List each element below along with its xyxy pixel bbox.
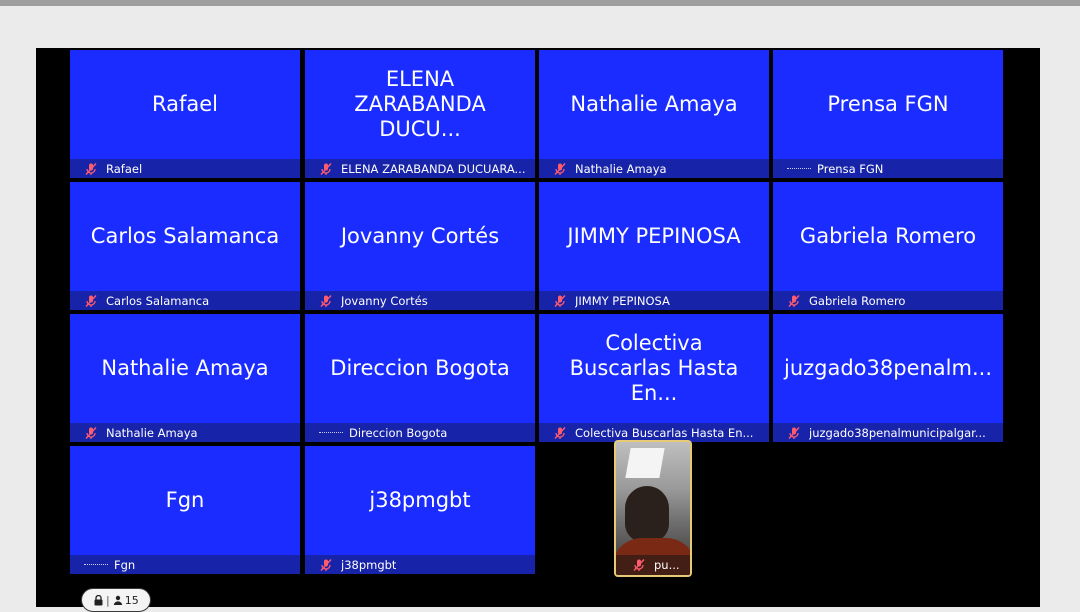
participant-display-name: Jovanny Cortés [340, 224, 500, 248]
participant-display-name: Direccion Bogota [330, 356, 510, 380]
participant-display-name: Colectiva Buscarlas Hasta En... [569, 331, 739, 405]
participant-label: JIMMY PEPINOSA [575, 293, 670, 308]
participant-nameplate: Direccion Bogota [305, 423, 535, 442]
participant-display-name: juzgado38penalm... [783, 356, 992, 380]
mic-off-icon [85, 426, 97, 439]
participant-nameplate: JIMMY PEPINOSA [539, 291, 769, 310]
participant-label: Direccion Bogota [349, 425, 448, 440]
participant-label: Nathalie Amaya [106, 425, 198, 440]
mic-off-icon [554, 426, 566, 439]
participant-label: juzgado38penalmunicipalgar... [809, 425, 986, 440]
mic-off-icon [554, 162, 566, 175]
meeting-stage: Rafael Rafael ELENA ZARABANDA DUCU... ELE… [36, 48, 1040, 607]
participant-display-name: Gabriela Romero [799, 224, 977, 248]
mic-off-icon [320, 294, 332, 307]
participant-display-name: Fgn [165, 488, 205, 512]
participant-tile[interactable]: Prensa FGN Prensa FGN [773, 50, 1003, 178]
meeting-info-pill[interactable]: | 15 [81, 588, 151, 612]
mic-off-icon [85, 162, 97, 175]
participant-tile[interactable]: Jovanny Cortés Jovanny Cortés [305, 182, 535, 310]
participant-tile[interactable]: Nathalie Amaya Nathalie Amaya [70, 314, 300, 442]
participant-display-name: Rafael [151, 92, 218, 116]
participant-tile[interactable]: ELENA ZARABANDA DUCU... ELENA ZARABANDA … [305, 50, 535, 178]
participant-nameplate: Nathalie Amaya [539, 159, 769, 178]
participant-tile[interactable]: Colectiva Buscarlas Hasta En... Colectiv… [539, 314, 769, 442]
participant-display-name: JIMMY PEPINOSA [567, 224, 741, 248]
participant-tile[interactable]: Gabriela Romero Gabriela Romero [773, 182, 1003, 310]
participant-display-name: Nathalie Amaya [101, 356, 269, 380]
participant-label: Colectiva Buscarlas Hasta En... [575, 425, 754, 440]
lock-icon [94, 594, 103, 605]
mic-off-icon [633, 559, 645, 571]
participant-label: Carlos Salamanca [106, 293, 210, 308]
window-top-bar [0, 0, 1080, 6]
participant-display-name: Nathalie Amaya [570, 92, 738, 116]
mic-off-icon [85, 294, 97, 307]
participant-nameplate: ELENA ZARABANDA DUCUARA... [305, 159, 535, 178]
participant-tile[interactable]: juzgado38penalm... juzgado38penalmunicip… [773, 314, 1003, 442]
mic-off-icon [788, 294, 800, 307]
participant-label: Prensa FGN [817, 161, 884, 176]
participant-tile[interactable]: JIMMY PEPINOSA JIMMY PEPINOSA [539, 182, 769, 310]
participant-nameplate: Jovanny Cortés [305, 291, 535, 310]
participant-display-name: Prensa FGN [827, 92, 949, 116]
participant-tile[interactable]: Carlos Salamanca Carlos Salamanca [70, 182, 300, 310]
mic-off-icon [320, 558, 332, 571]
participant-display-name: Carlos Salamanca [90, 224, 280, 248]
participant-nameplate: Prensa FGN [773, 159, 1003, 178]
participant-nameplate: Rafael [70, 159, 300, 178]
people-icon [113, 595, 122, 605]
mic-off-icon [788, 426, 800, 439]
self-view-video[interactable]: pu... [614, 440, 692, 577]
participant-tile[interactable]: j38pmgbt j38pmgbt [305, 446, 535, 574]
participant-nameplate: Fgn [70, 555, 300, 574]
participant-label: Nathalie Amaya [575, 161, 667, 176]
participant-label: ELENA ZARABANDA DUCUARA... [341, 161, 526, 176]
participant-tile[interactable]: Direccion Bogota Direccion Bogota [305, 314, 535, 442]
participant-nameplate: juzgado38penalmunicipalgar... [773, 423, 1003, 442]
participant-nameplate: j38pmgbt [305, 555, 535, 574]
participant-nameplate: Nathalie Amaya [70, 423, 300, 442]
self-view-nameplate: pu... [616, 555, 690, 575]
participant-nameplate: Carlos Salamanca [70, 291, 300, 310]
participant-label: Jovanny Cortés [341, 293, 428, 308]
mic-off-icon [320, 162, 332, 175]
participant-label: Gabriela Romero [809, 293, 906, 308]
participant-tile[interactable]: Rafael Rafael [70, 50, 300, 178]
participant-tile[interactable]: Fgn Fgn [70, 446, 300, 574]
participant-display-name: j38pmgbt [369, 488, 471, 512]
audio-bars-icon [319, 431, 343, 434]
participant-count: 15 [124, 593, 139, 607]
participant-label: Rafael [106, 161, 143, 176]
audio-bars-icon [84, 563, 108, 566]
participant-label: Fgn [114, 557, 136, 572]
participant-label: j38pmgbt [341, 557, 397, 572]
mic-off-icon [554, 294, 566, 307]
audio-bars-icon [787, 167, 811, 170]
self-view-label: pu... [654, 558, 680, 572]
participant-tile[interactable]: Nathalie Amaya Nathalie Amaya [539, 50, 769, 178]
participant-nameplate: Gabriela Romero [773, 291, 1003, 310]
participant-display-name: ELENA ZARABANDA DUCU... [354, 67, 486, 141]
